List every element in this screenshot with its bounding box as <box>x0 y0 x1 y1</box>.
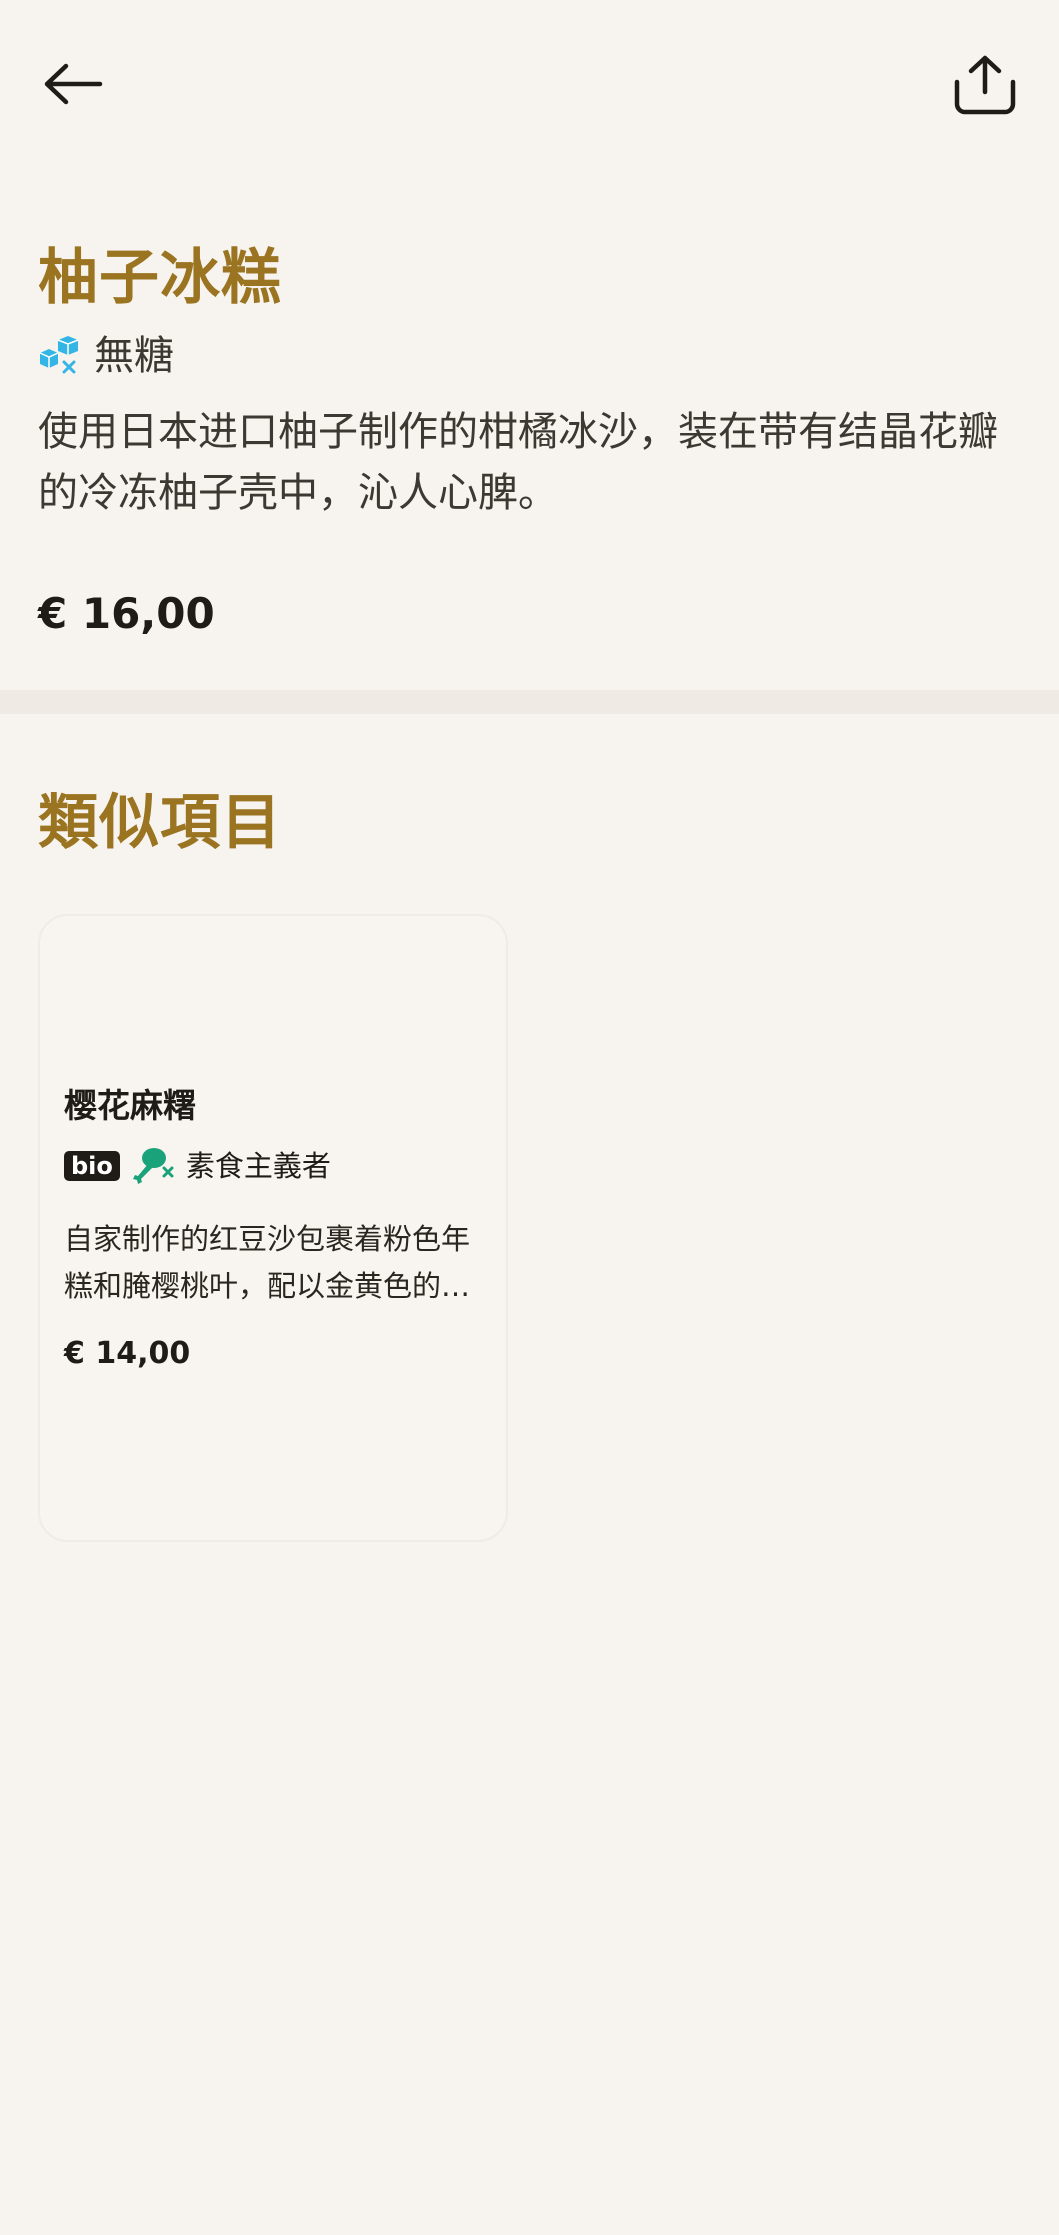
section-divider <box>0 690 1059 714</box>
share-icon <box>954 55 1016 115</box>
product-tag-label: 無糖 <box>94 333 174 379</box>
similar-item-tag-label: 素食主義者 <box>185 1149 331 1183</box>
share-button[interactable] <box>949 48 1021 120</box>
vegan-icon <box>132 1144 176 1188</box>
similar-item-description: 自家制作的红豆沙包裹着粉色年糕和腌樱桃叶，配以金黄色的… <box>64 1222 471 1303</box>
similar-items-title: 類似項目 <box>38 788 282 858</box>
product-price: € 16,00 <box>38 589 215 638</box>
product-details: 柚子冰糕 無糖 使用日本进口柚子制作的柑橘冰沙，装在带有结晶花瓣的冷冻柚子壳中，… <box>38 230 1018 640</box>
top-bar <box>0 0 1059 170</box>
product-description: 使用日本进口柚子制作的柑橘冰沙，装在带有结晶花瓣的冷冻柚子壳中，沁人心脾。 <box>38 409 998 516</box>
similar-item-price: € 14,00 <box>64 1336 191 1371</box>
back-button[interactable] <box>38 54 108 114</box>
similar-item-card[interactable]: 樱花麻糬 bio 素食主義者 自家制作的红豆沙包裹着粉色年糕和腌樱桃叶，配以金黄… <box>38 914 508 1542</box>
product-title: 柚子冰糕 <box>38 243 282 313</box>
arrow-left-icon <box>44 63 103 105</box>
product-tag: 無糖 <box>38 326 1018 386</box>
bio-badge: bio <box>64 1151 120 1181</box>
sugar-free-icon <box>38 334 82 378</box>
similar-item-tags: bio 素食主義者 <box>64 1142 331 1190</box>
similar-item-name: 樱花麻糬 <box>64 1086 196 1125</box>
